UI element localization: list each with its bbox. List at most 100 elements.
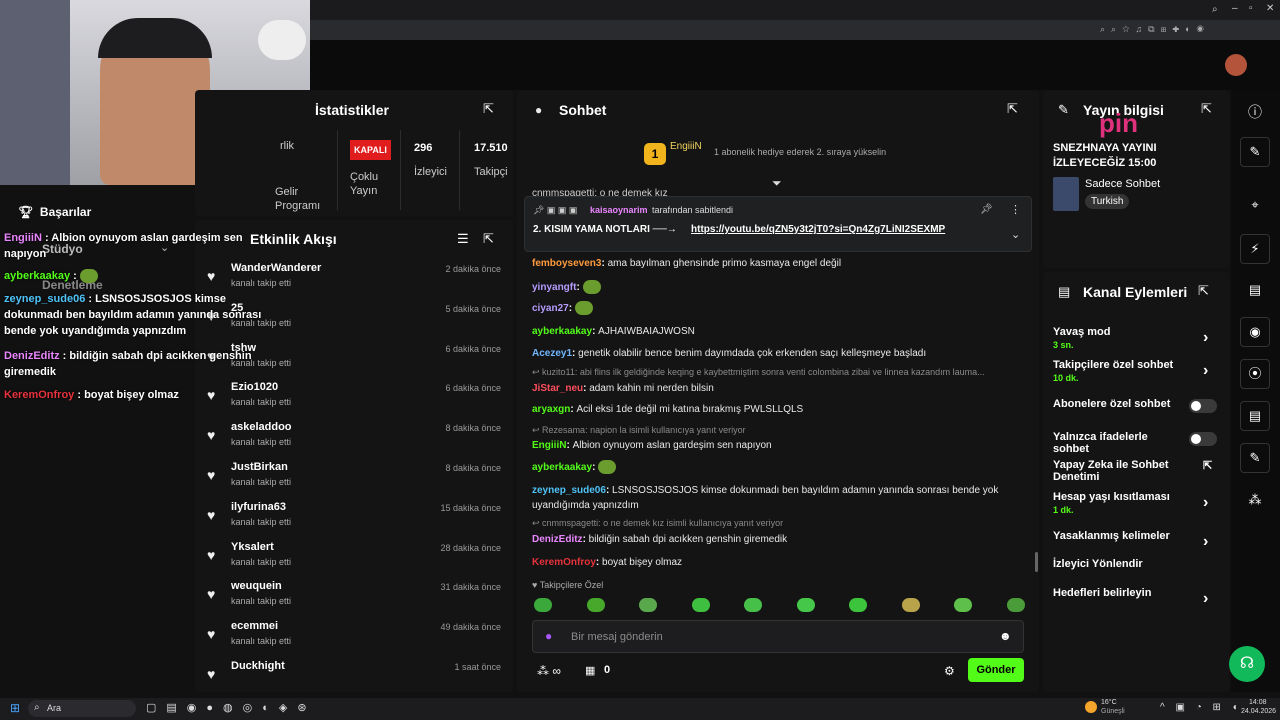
activity-user[interactable]: weuquein <box>231 580 282 592</box>
maximize-icon[interactable]: ▫ <box>1249 3 1253 14</box>
send-button[interactable]: Gönder <box>968 658 1024 682</box>
target-icon[interactable]: ⌖ <box>1240 191 1270 221</box>
search-icon[interactable]: ⌕ <box>1212 4 1218 15</box>
close-icon[interactable]: ✕ <box>1266 3 1274 14</box>
lightning-icon[interactable]: ⚡︎ <box>1240 234 1270 264</box>
popout-icon[interactable]: ⇱ <box>483 231 494 247</box>
external-link-icon[interactable]: ⇱ <box>1203 459 1212 472</box>
channel-action-item[interactable]: Yapay Zeka ile Sohbet Denetimi <box>1053 459 1178 483</box>
emote-icon[interactable] <box>534 598 552 612</box>
gift-prompt[interactable]: 1 abonelik hediye ederek 2. sıraya yükse… <box>714 147 886 157</box>
activity-user[interactable]: Duckhight <box>231 660 285 672</box>
chat-username[interactable]: femboyseven3 <box>532 258 601 269</box>
emote-icon[interactable] <box>639 598 657 612</box>
popout-icon[interactable]: ⇱ <box>1201 101 1212 117</box>
wrench-icon[interactable]: ✎ <box>1240 443 1270 473</box>
emoji-icon[interactable]: ☻ <box>999 629 1012 643</box>
channel-action-item[interactable]: Yasaklanmış kelimeler <box>1053 530 1178 542</box>
popout-icon[interactable]: ⇱ <box>1007 101 1018 117</box>
category-name[interactable]: Sadece Sohbet <box>1085 178 1160 190</box>
chat-username[interactable]: EngiiiN <box>532 440 566 451</box>
chevron-right-icon[interactable]: › <box>1203 329 1208 347</box>
toggle-switch[interactable] <box>1189 399 1217 413</box>
chevron-down-icon[interactable]: ⏷ <box>772 176 782 191</box>
emote-icon[interactable] <box>849 598 867 612</box>
emote-icon[interactable] <box>586 598 605 612</box>
avatar[interactable] <box>1225 54 1247 76</box>
activity-item[interactable]: ♥ ecemmei kanalı takip etti 49 dakika önce <box>195 614 513 654</box>
settings-gear-icon[interactable]: ⚙ <box>944 664 955 678</box>
channel-action-item[interactable]: Abonelere özel sohbet <box>1053 398 1178 410</box>
popout-icon[interactable]: ⇱ <box>1198 283 1209 299</box>
chat-username[interactable]: yinyangft <box>532 282 576 293</box>
document-icon[interactable]: ▤ <box>1240 276 1270 306</box>
emote-icon[interactable] <box>691 598 710 612</box>
more-options-icon[interactable]: ⋮ <box>1010 203 1021 216</box>
channel-action-item[interactable]: Yalnızca ifadelerle sohbet <box>1053 431 1178 455</box>
emote-icon[interactable] <box>796 598 815 612</box>
info-icon[interactable]: ⓘ <box>1248 102 1262 122</box>
chat-username[interactable]: KeremOnfroy <box>532 557 596 568</box>
activity-user[interactable]: ecemmei <box>231 620 278 632</box>
store-icon[interactable]: ▦ <box>585 664 595 677</box>
channel-action-item[interactable]: İzleyici Yönlendir <box>1053 558 1178 570</box>
channel-action-item[interactable]: Hedefleri belirleyin <box>1053 587 1178 599</box>
broadcast-icon[interactable]: ⦿ <box>1240 359 1270 389</box>
channel-action-item[interactable]: Yavaş mod 3 sn. <box>1053 326 1178 350</box>
taskbar-app-icons[interactable]: ▢▤◉●◍◎◐◈⊛ <box>146 701 317 714</box>
system-tray-icons[interactable]: ^ ▣ ◔ ⊞ ◖ <box>1160 702 1242 713</box>
toggle-switch[interactable] <box>1189 432 1217 446</box>
chat-icon[interactable]: ◉ <box>1240 317 1270 347</box>
chat-username[interactable]: Acezey1 <box>532 348 572 359</box>
activity-item[interactable]: ♥ ilyfurina63 kanalı takip etti 15 dakika ö… <box>195 495 513 535</box>
chat-username[interactable]: JiStar_neu <box>532 383 583 394</box>
taskbar-search[interactable]: ⌕ Ara <box>28 700 136 717</box>
activity-user[interactable]: askeladdoo <box>231 421 292 433</box>
language-tag[interactable]: Turkish <box>1085 194 1130 209</box>
activity-user[interactable]: JustBirkan <box>231 461 288 473</box>
chat-username[interactable]: ciyan27 <box>532 303 569 314</box>
microphone-icon[interactable]: ● <box>545 629 552 643</box>
address-bar[interactable]: ⌕⌕☆♫⧉⊞✚◐◉ <box>310 20 1280 40</box>
emote-icon[interactable] <box>1006 598 1025 612</box>
chat-scrollbar[interactable] <box>1035 552 1038 572</box>
activity-item[interactable]: ♥ Duckhight 1 saat önce <box>195 654 513 692</box>
users-icon[interactable]: ⁂ <box>1240 486 1270 516</box>
support-headset-icon[interactable]: ☊ <box>1229 646 1265 682</box>
edit-icon[interactable]: ✎ <box>1240 137 1270 167</box>
pinned-by-user[interactable]: kaisaoynarim <box>590 205 648 215</box>
activity-user[interactable]: ilyfurina63 <box>231 501 286 513</box>
channel-icon[interactable]: ▤ <box>1240 401 1270 431</box>
chat-input-placeholder[interactable]: Bir mesaj gönderin <box>571 631 663 643</box>
popout-icon[interactable]: ⇱ <box>483 101 494 117</box>
nav-achievements[interactable]: 🏆︎ Başarılar <box>18 205 91 219</box>
windows-start-icon[interactable]: ⊞ <box>10 701 20 715</box>
top-gifter-name[interactable]: EngiiiN <box>670 141 702 152</box>
expand-icon[interactable]: ⌄ <box>1011 228 1020 241</box>
chat-username[interactable]: ayberkaakay <box>532 326 592 337</box>
activity-item[interactable]: ♥ Yksalert kanalı takip etti 28 dakika önce <box>195 535 513 575</box>
chevron-right-icon[interactable]: › <box>1203 362 1208 380</box>
chat-username[interactable]: ayberkaakay <box>532 462 592 473</box>
chat-username[interactable]: zeynep_sude06 <box>532 485 606 496</box>
filter-icon[interactable]: ☰ <box>457 231 469 247</box>
chat-input[interactable]: ● Bir mesaj gönderin ☻ <box>532 620 1024 653</box>
chevron-right-icon[interactable]: › <box>1203 590 1208 608</box>
emote-icon[interactable] <box>744 598 762 612</box>
pinned-link[interactable]: https://youtu.be/qZN5y3t2jT0?si=Qn4Zg7Li… <box>691 224 945 235</box>
activity-item[interactable]: ♥ JustBirkan kanalı takip etti 8 dakika önc… <box>195 455 513 495</box>
chat-username[interactable]: aryaxgn <box>532 404 570 415</box>
chevron-right-icon[interactable]: › <box>1203 494 1208 512</box>
unpin-icon[interactable]: 📌︎ <box>980 204 993 215</box>
activity-item[interactable]: ♥ askeladdoo kanalı takip etti 8 dakika önc… <box>195 415 513 455</box>
emote-icon[interactable] <box>901 598 920 612</box>
browser-extension-icons[interactable]: ⌕⌕☆♫⧉⊞✚◐◉ <box>1100 24 1270 36</box>
pinned-message[interactable]: 📌︎ ▣ ▣ ▣ kaisaoynarim tarafından sabitle… <box>524 196 1032 252</box>
emote-icon[interactable] <box>954 598 972 612</box>
activity-user[interactable]: Yksalert <box>231 541 274 553</box>
chevron-right-icon[interactable]: › <box>1203 533 1208 551</box>
channel-action-item[interactable]: Hesap yaşı kısıtlaması 1 dk. <box>1053 491 1178 515</box>
activity-item[interactable]: ♥ weuquein kanalı takip etti 31 dakika önce <box>195 574 513 614</box>
channel-action-item[interactable]: Takipçilere özel sohbet 10 dk. <box>1053 359 1178 383</box>
minimize-icon[interactable]: – <box>1232 3 1238 14</box>
